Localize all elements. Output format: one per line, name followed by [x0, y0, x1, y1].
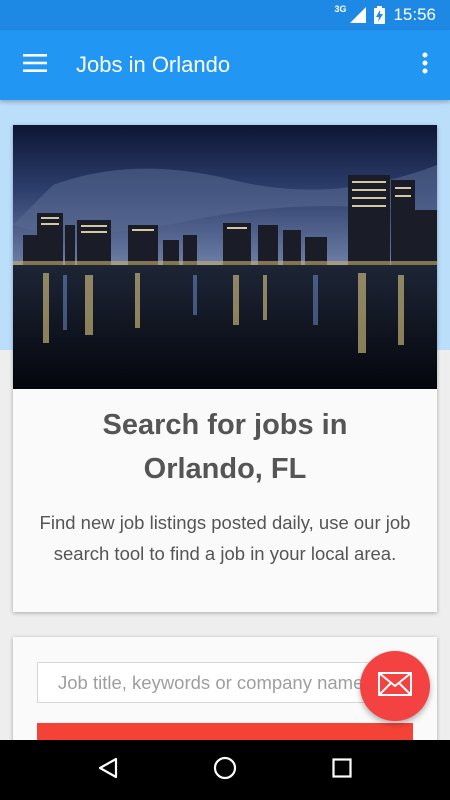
recents-button[interactable] [312, 740, 372, 800]
hero-card: Search for jobs in Orlando, FL Find new … [13, 125, 437, 612]
home-button[interactable] [195, 740, 255, 800]
email-fab-button[interactable] [360, 651, 430, 721]
page-title: Jobs in Orlando [76, 52, 231, 77]
back-button[interactable] [78, 740, 138, 800]
back-triangle-icon [98, 757, 118, 784]
overflow-menu-button[interactable] [400, 30, 450, 100]
menu-button[interactable] [0, 30, 70, 100]
battery-charging-icon [374, 6, 386, 24]
recents-square-icon [332, 757, 352, 783]
system-navigation-bar [0, 740, 450, 800]
status-time: 15:56 [393, 5, 436, 24]
hero-title: Search for jobs in Orlando, FL [102, 409, 348, 485]
envelope-icon [378, 671, 412, 701]
status-bar: 3G 15:56 [0, 0, 450, 30]
network-type-label: 3G [334, 4, 347, 14]
home-circle-icon [213, 756, 237, 785]
hero-description: Find new job listings posted daily, use … [39, 512, 411, 564]
more-vertical-icon [422, 52, 428, 79]
job-search-input[interactable] [37, 662, 413, 703]
signal-icon [350, 7, 367, 23]
city-skyline-image [13, 125, 437, 389]
hamburger-menu-icon [23, 53, 47, 77]
app-bar: Jobs in Orlando [0, 30, 450, 100]
